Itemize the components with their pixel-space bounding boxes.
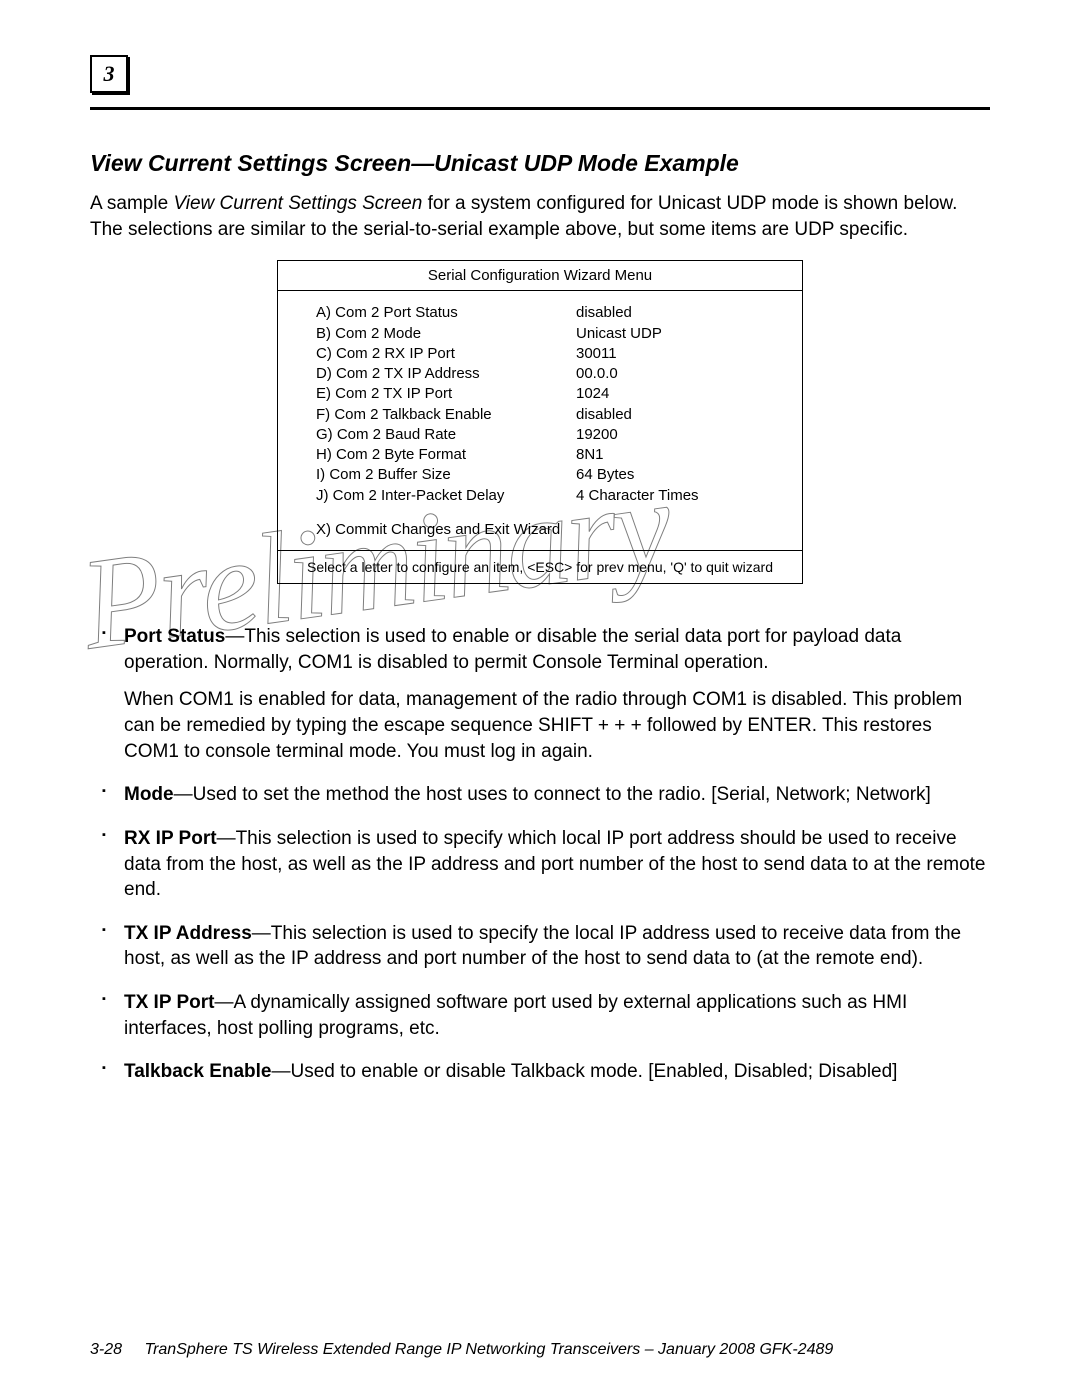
- page-number: 3-28: [90, 1341, 122, 1359]
- footer-title: TranSphere TS Wireless Extended Range IP…: [144, 1341, 833, 1358]
- menu-title: Serial Configuration Wizard Menu: [278, 261, 802, 291]
- term: Talkback Enable: [124, 1061, 272, 1082]
- menu-value: Unicast UDP: [576, 324, 792, 344]
- term-body: —Used to set the method the host uses to…: [174, 784, 931, 805]
- chapter-number: 3: [104, 61, 115, 87]
- term: TX IP Address: [124, 923, 252, 944]
- menu-value: 30011: [576, 344, 792, 364]
- menu-row: G) Com 2 Baud Rate19200: [316, 425, 792, 445]
- header-rule: [90, 107, 990, 110]
- term: Mode: [124, 784, 174, 805]
- intro-pre: A sample: [90, 193, 173, 214]
- term-extra: When COM1 is enabled for data, managemen…: [124, 689, 962, 761]
- list-item: Talkback Enable—Used to enable or disabl…: [90, 1059, 990, 1085]
- page-footer: 3-28 TranSphere TS Wireless Extended Ran…: [90, 1341, 990, 1359]
- menu-row: E) Com 2 TX IP Port1024: [316, 384, 792, 404]
- menu-row: I) Com 2 Buffer Size64 Bytes: [316, 465, 792, 485]
- menu-row: J) Com 2 Inter-Packet Delay4 Character T…: [316, 486, 792, 506]
- menu-value: 4 Character Times: [576, 486, 792, 506]
- term-body: —A dynamically assigned software port us…: [124, 992, 907, 1039]
- list-item: Port Status—This selection is used to en…: [90, 624, 990, 764]
- list-item: TX IP Address—This selection is used to …: [90, 921, 990, 972]
- menu-row: D) Com 2 TX IP Address00.0.0: [316, 364, 792, 384]
- list-item: TX IP Port—A dynamically assigned softwa…: [90, 990, 990, 1041]
- list-item: RX IP Port—This selection is used to spe…: [90, 826, 990, 903]
- term-body: —This selection is used to specify which…: [124, 828, 986, 900]
- term-body: —Used to enable or disable Talkback mode…: [272, 1061, 898, 1082]
- menu-row: A) Com 2 Port Statusdisabled: [316, 303, 792, 323]
- menu-row: C) Com 2 RX IP Port30011: [316, 344, 792, 364]
- menu-body: A) Com 2 Port Statusdisabled B) Com 2 Mo…: [278, 291, 802, 550]
- menu-value: disabled: [576, 303, 792, 323]
- menu-value: disabled: [576, 405, 792, 425]
- menu-label: H) Com 2 Byte Format: [316, 445, 576, 465]
- menu-label: D) Com 2 TX IP Address: [316, 364, 576, 384]
- list-item: Mode—Used to set the method the host use…: [90, 782, 990, 808]
- menu-footer: Select a letter to configure an item, <E…: [278, 550, 802, 583]
- menu-value: 19200: [576, 425, 792, 445]
- chapter-number-box: 3: [90, 55, 128, 93]
- term: TX IP Port: [124, 992, 214, 1013]
- menu-label: F) Com 2 Talkback Enable: [316, 405, 576, 425]
- term: RX IP Port: [124, 828, 217, 849]
- menu-value: 1024: [576, 384, 792, 404]
- menu-label: C) Com 2 RX IP Port: [316, 344, 576, 364]
- menu-label: I) Com 2 Buffer Size: [316, 465, 576, 485]
- menu-label: A) Com 2 Port Status: [316, 303, 576, 323]
- term-body: —This selection is used to enable or dis…: [124, 626, 901, 673]
- menu-label: E) Com 2 TX IP Port: [316, 384, 576, 404]
- menu-commit: X) Commit Changes and Exit Wizard: [316, 520, 560, 540]
- serial-config-menu: Serial Configuration Wizard Menu A) Com …: [277, 260, 803, 584]
- menu-row: H) Com 2 Byte Format8N1: [316, 445, 792, 465]
- menu-label: J) Com 2 Inter-Packet Delay: [316, 486, 576, 506]
- menu-label: B) Com 2 Mode: [316, 324, 576, 344]
- menu-value: 64 Bytes: [576, 465, 792, 485]
- definition-list: Port Status—This selection is used to en…: [90, 624, 990, 1085]
- menu-row: B) Com 2 ModeUnicast UDP: [316, 324, 792, 344]
- term: Port Status: [124, 626, 225, 647]
- section-heading: View Current Settings Screen—Unicast UDP…: [90, 150, 990, 177]
- menu-commit-row: X) Commit Changes and Exit Wizard: [316, 520, 792, 540]
- menu-value: 00.0.0: [576, 364, 792, 384]
- intro-paragraph: A sample View Current Settings Screen fo…: [90, 191, 990, 242]
- menu-label: G) Com 2 Baud Rate: [316, 425, 576, 445]
- intro-emphasis: View Current Settings Screen: [173, 193, 422, 214]
- menu-value: 8N1: [576, 445, 792, 465]
- menu-row: F) Com 2 Talkback Enabledisabled: [316, 405, 792, 425]
